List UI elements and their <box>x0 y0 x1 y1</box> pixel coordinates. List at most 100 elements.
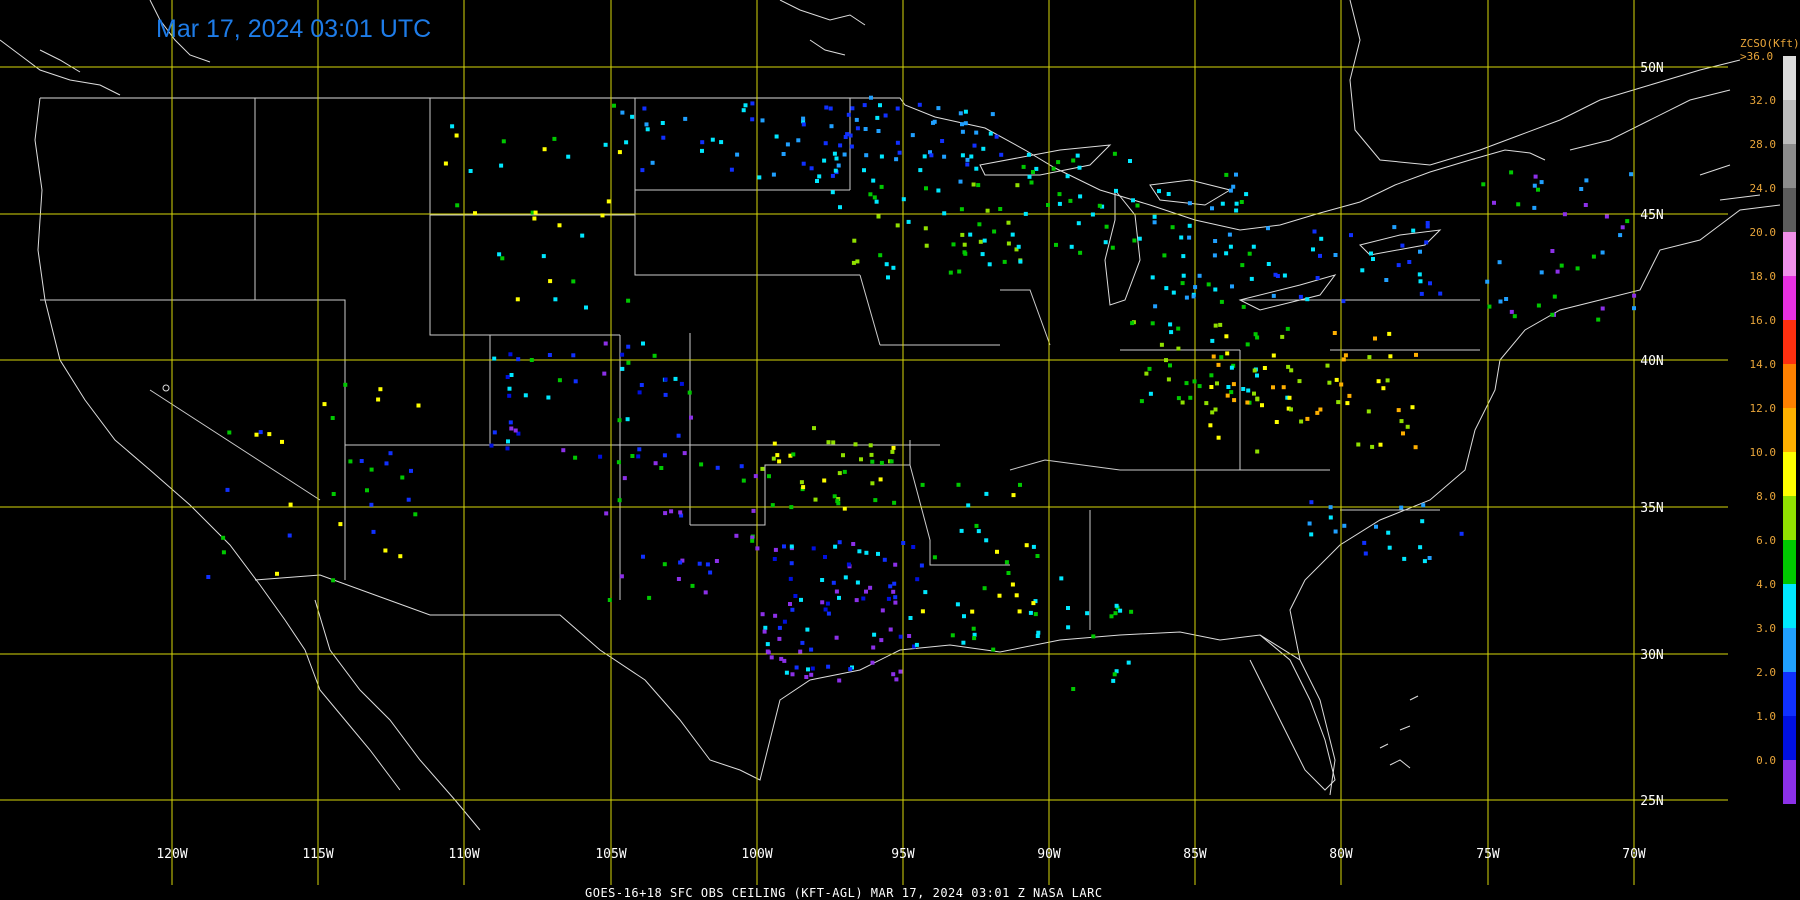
observation-point <box>1216 362 1221 367</box>
footer-caption: GOES-16+18 SFC OBS CEILING (KFT-AGL) MAR… <box>585 886 1103 900</box>
observation-point <box>1066 625 1071 630</box>
observation-point <box>547 353 552 357</box>
latitude-label: 50N <box>1640 61 1663 76</box>
observation-point <box>781 152 786 156</box>
island-outline <box>162 384 170 392</box>
observation-point <box>1328 505 1333 510</box>
observation-point <box>878 253 883 258</box>
observation-point <box>1341 357 1346 362</box>
observation-point <box>968 232 973 237</box>
observation-point <box>1596 317 1601 322</box>
observation-point <box>676 433 681 438</box>
observation-point <box>1392 225 1397 230</box>
observation-point <box>1418 279 1423 284</box>
observation-point <box>600 213 605 218</box>
observation-point <box>690 583 695 588</box>
observation-point <box>771 172 776 177</box>
observation-point <box>673 376 678 381</box>
observation-point <box>1459 531 1464 536</box>
observation-point <box>1206 282 1211 287</box>
observation-point <box>1130 321 1135 326</box>
observation-point <box>1031 170 1035 174</box>
observation-point <box>682 451 687 456</box>
timestamp: Mar 17, 2024 03:01 UTC <box>156 15 431 43</box>
observation-point <box>960 153 965 158</box>
scale-swatch <box>1783 188 1796 232</box>
observation-point <box>645 127 650 132</box>
observation-point <box>1028 610 1033 615</box>
observation-point <box>450 124 455 129</box>
observation-point <box>924 243 929 248</box>
observation-point <box>978 239 983 244</box>
observation-point <box>784 670 789 675</box>
observation-point <box>1215 381 1219 386</box>
observation-point <box>976 529 981 534</box>
observation-point <box>1179 235 1184 240</box>
observation-point <box>830 173 835 178</box>
observation-point <box>1147 366 1152 371</box>
observation-point <box>991 647 996 652</box>
color-scale: ZCSO(Kft) >36.0 32.0 28.0 24.0 20.0 18.0 16.0… <box>1740 37 1800 804</box>
observation-point <box>1274 420 1279 424</box>
scale-swatch <box>1783 672 1796 716</box>
observation-point <box>864 589 868 594</box>
latitude-label: 45N <box>1640 208 1663 223</box>
observation-point <box>1187 235 1192 240</box>
observation-point <box>1168 322 1173 327</box>
longitude-label: 80W <box>1329 847 1353 862</box>
observation-point <box>1006 220 1011 225</box>
observation-point <box>822 158 827 163</box>
observation-point <box>1077 165 1082 170</box>
observation-point <box>1170 225 1175 230</box>
observation-point <box>1438 291 1443 296</box>
observation-point <box>922 154 927 159</box>
observation-point <box>552 136 557 141</box>
observation-point <box>1562 212 1567 217</box>
observation-point <box>1367 355 1372 360</box>
observation-point <box>700 140 705 145</box>
observation-point <box>1126 660 1131 665</box>
observation-point <box>848 667 853 672</box>
observation-point <box>1075 153 1080 158</box>
observation-point <box>1213 239 1218 243</box>
observation-point <box>1240 263 1245 268</box>
observation-point <box>960 129 965 134</box>
observation-point <box>908 616 913 620</box>
observation-point <box>1305 416 1310 421</box>
observation-point <box>770 503 775 508</box>
observation-point <box>799 597 803 602</box>
observation-point <box>1632 306 1636 311</box>
observation-point <box>893 562 898 567</box>
observation-point <box>774 134 779 139</box>
observation-point <box>1234 172 1238 177</box>
observation-point <box>974 523 979 528</box>
observation-point <box>920 609 925 614</box>
observation-point <box>879 184 884 189</box>
scale-label: 16.0 <box>1750 314 1777 327</box>
observation-point <box>507 386 512 391</box>
observation-point <box>1550 312 1555 317</box>
observation-point <box>376 397 381 402</box>
observation-point <box>1411 228 1416 233</box>
observation-point <box>1384 278 1389 282</box>
observation-point <box>571 279 576 284</box>
observation-point <box>987 262 992 267</box>
observation-point <box>969 154 974 159</box>
observation-point <box>1516 202 1521 207</box>
observation-point <box>959 207 964 212</box>
observation-point <box>1419 291 1424 296</box>
observation-point <box>919 563 924 568</box>
observation-point <box>962 614 966 619</box>
observation-point <box>773 547 778 552</box>
observation-point <box>995 549 999 554</box>
observation-point <box>775 453 780 458</box>
observation-point <box>1006 241 1011 246</box>
observation-point <box>898 669 903 674</box>
observation-point <box>862 168 866 173</box>
scale-label: 3.0 <box>1756 622 1776 635</box>
observation-point <box>994 134 999 139</box>
observation-point <box>625 417 630 422</box>
ceiling-map: Mar 17, 2024 03:01 UTC 120W 115W 110W 105W 1… <box>0 0 1800 900</box>
observation-point <box>1418 249 1422 254</box>
observation-point <box>669 509 674 514</box>
